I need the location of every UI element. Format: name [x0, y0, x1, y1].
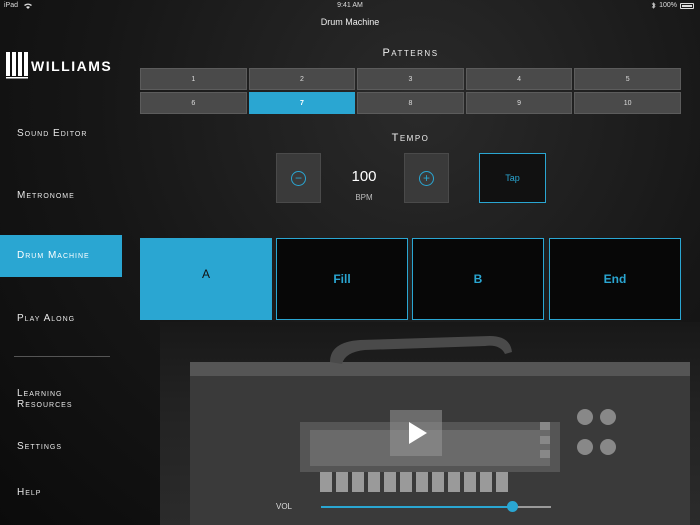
bpm-value: 100	[351, 168, 377, 185]
volume-slider[interactable]	[321, 501, 551, 512]
tap-tempo-button[interactable]: Tap	[479, 153, 546, 203]
tempo-increment-button[interactable]: +	[404, 153, 449, 203]
pattern-button-5[interactable]: 5	[574, 68, 681, 90]
sidebar-item-metronome[interactable]: Metronome	[0, 190, 122, 201]
logo-text: WILLIAMS	[31, 58, 113, 74]
sidebar: WILLIAMS Sound Editor Metronome Drum Mac…	[0, 0, 122, 525]
piano-keys-icon	[6, 52, 28, 79]
pattern-button-4[interactable]: 4	[465, 68, 573, 90]
bpm-unit: BPM	[355, 193, 373, 202]
section-button-b[interactable]: B	[412, 238, 544, 320]
status-time: 9:41 AM	[337, 2, 363, 9]
play-icon	[409, 422, 427, 444]
sidebar-item-sound-editor[interactable]: Sound Editor	[0, 128, 122, 139]
pattern-button-2[interactable]: 2	[248, 68, 356, 90]
sidebar-divider	[14, 356, 110, 357]
section-button-fill[interactable]: Fill	[276, 238, 408, 320]
sidebar-item-drum-machine[interactable]: Drum Machine	[0, 235, 122, 277]
battery-icon	[680, 2, 694, 9]
section-button-end[interactable]: End	[549, 238, 681, 320]
pattern-button-6[interactable]: 6	[140, 92, 247, 114]
bluetooth-icon	[651, 2, 656, 9]
sidebar-item-learning-resources[interactable]: Learning Resources	[0, 388, 110, 410]
pattern-button-1[interactable]: 1	[140, 68, 247, 90]
patterns-grid: 1 2 3 4 5 6 7 8 9 10	[140, 68, 681, 114]
pattern-button-10[interactable]: 10	[574, 92, 681, 114]
sidebar-item-settings[interactable]: Settings	[0, 441, 122, 452]
tempo-decrement-button[interactable]: −	[276, 153, 321, 203]
section-button-a[interactable]: A	[140, 238, 272, 320]
minus-circle-icon: −	[291, 170, 306, 186]
volume-fill	[321, 506, 512, 508]
sidebar-item-play-along[interactable]: Play Along	[0, 313, 122, 324]
pattern-button-8[interactable]: 8	[357, 92, 464, 114]
pattern-button-7[interactable]: 7	[248, 92, 356, 114]
volume-thumb[interactable]	[506, 501, 518, 512]
patterns-title: Patterns	[382, 47, 439, 59]
screen: iPad 9:41 AM 100% Drum Machine WILLIAMS …	[0, 0, 700, 525]
pattern-button-9[interactable]: 9	[465, 92, 573, 114]
williams-logo: WILLIAMS	[6, 52, 112, 80]
battery-percent: 100%	[659, 2, 677, 9]
volume-label: VOL	[276, 502, 293, 511]
sidebar-item-help[interactable]: Help	[0, 487, 122, 498]
pattern-button-3[interactable]: 3	[357, 68, 464, 90]
tempo-title: Tempo	[391, 132, 430, 144]
plus-circle-icon: +	[419, 170, 434, 186]
play-button[interactable]	[390, 410, 442, 456]
